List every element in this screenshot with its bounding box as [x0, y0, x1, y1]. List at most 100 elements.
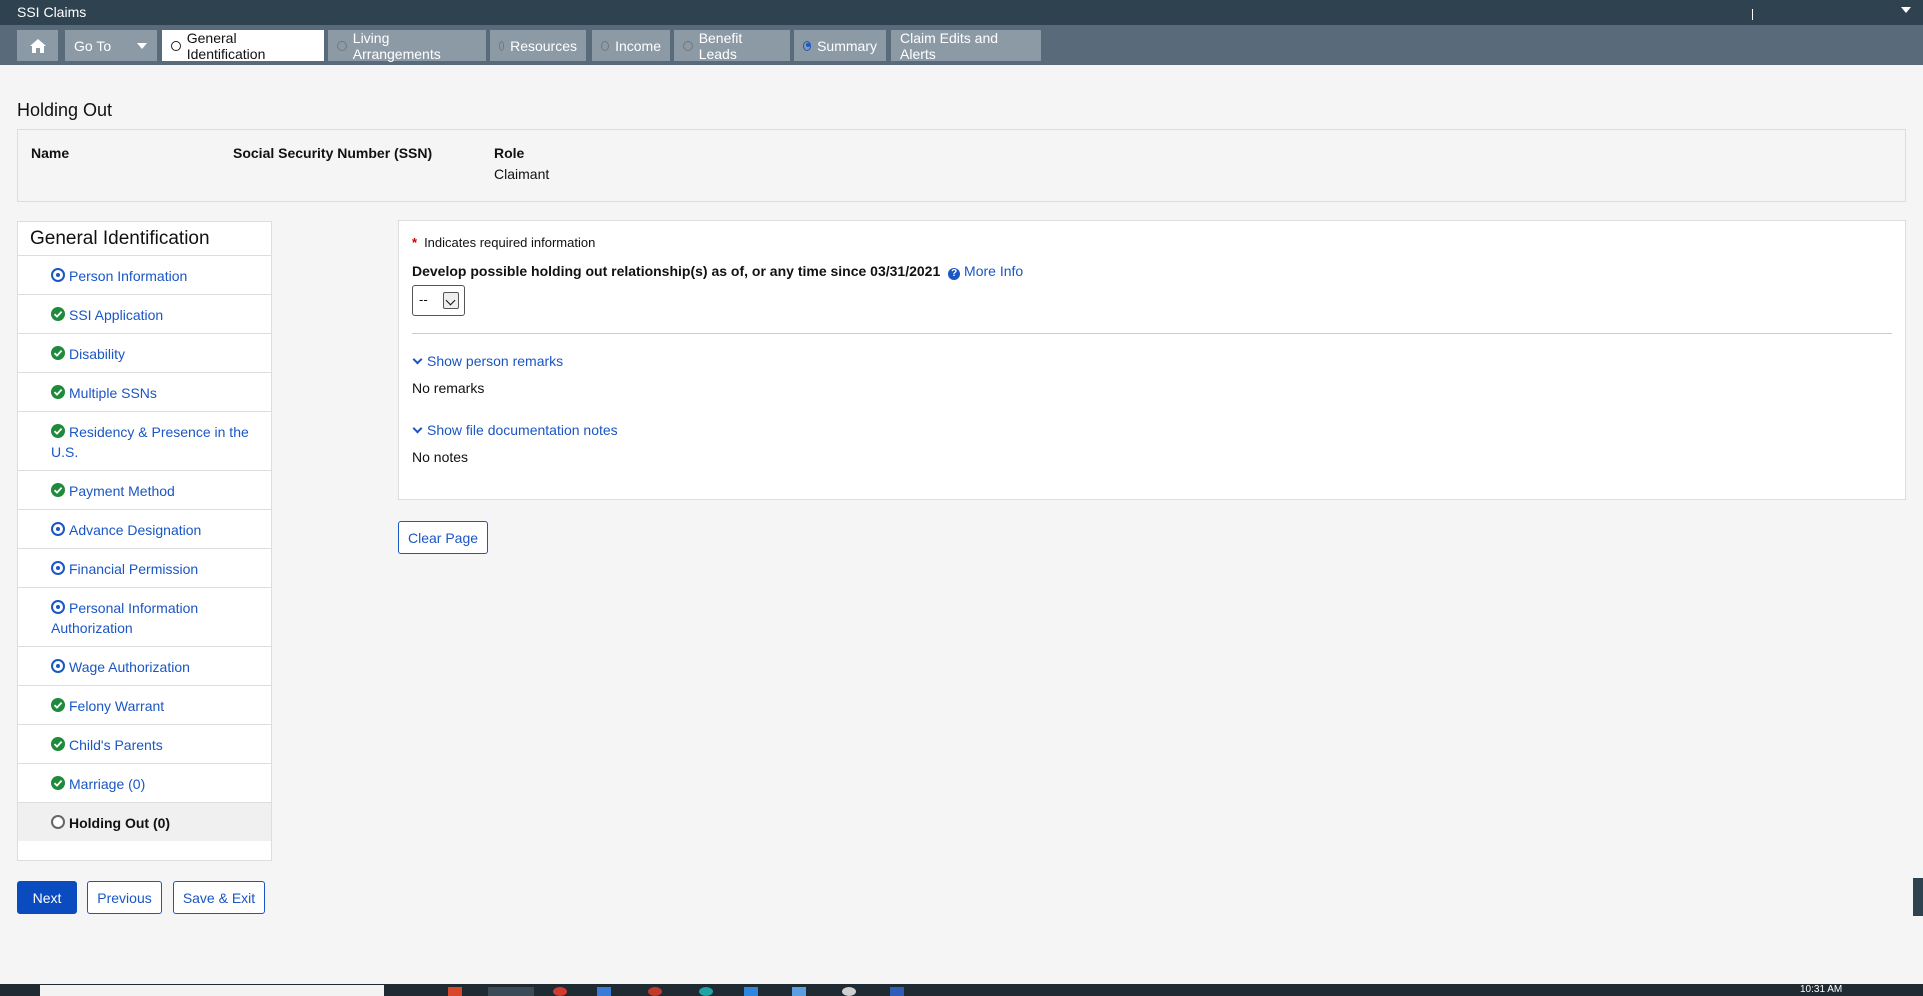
status-in-progress-icon — [51, 561, 65, 575]
show-person-remarks-link[interactable]: Show person remarks — [412, 353, 563, 369]
status-in-progress-icon — [51, 268, 65, 282]
tab-benefit-leads[interactable]: Benefit Leads — [674, 29, 790, 62]
app-icon[interactable] — [842, 987, 856, 996]
sidebar-item-label: Child's Parents — [69, 737, 163, 753]
sidebar-item-marriage-0[interactable]: Marriage (0) — [18, 764, 271, 803]
taskbar-search[interactable] — [40, 985, 384, 996]
show-notes-label: Show file documentation notes — [427, 422, 618, 438]
tab-label: Claim Edits and Alerts — [900, 29, 999, 62]
sidebar-item-residency-presence-in-the-u-s[interactable]: Residency & Presence in the U.S. — [18, 412, 271, 471]
sidebar-heading: General Identification — [18, 222, 271, 256]
person-summary: Name Social Security Number (SSN) Role C… — [17, 129, 1906, 202]
chevron-down-icon — [412, 423, 423, 434]
tab-label: Benefit Leads — [698, 29, 743, 62]
more-info-label: More Info — [964, 263, 1024, 279]
app-icon[interactable] — [699, 987, 713, 996]
app-icon[interactable] — [792, 987, 806, 996]
tab-income[interactable]: Income — [592, 30, 670, 61]
status-in-progress-icon — [51, 659, 65, 673]
tab-label: Summary — [817, 37, 877, 54]
sidebar-item-financial-permission[interactable]: Financial Permission — [18, 549, 271, 588]
main-navbar: Go To General Identification Living Arra… — [0, 25, 1923, 65]
sidebar-item-disability[interactable]: Disability — [18, 334, 271, 373]
active-app-icon[interactable] — [488, 987, 534, 996]
tab-label: Living Arrangements — [352, 29, 441, 62]
next-button[interactable]: Next — [17, 881, 77, 914]
sidebar-item-wage-authorization[interactable]: Wage Authorization — [18, 647, 271, 686]
sidebar-item-label: Advance Designation — [69, 522, 202, 538]
tab-label: Resources — [510, 37, 577, 54]
question-text: Develop possible holding out relationshi… — [412, 263, 941, 279]
status-empty-icon — [171, 40, 181, 51]
sidebar-item-label: Felony Warrant — [69, 698, 165, 714]
status-in-progress-icon — [803, 40, 812, 51]
tab-resources[interactable]: Resources — [490, 30, 586, 61]
divider — [412, 333, 1892, 334]
holding-out-question: Develop possible holding out relationshi… — [412, 263, 1023, 280]
show-file-notes-link[interactable]: Show file documentation notes — [412, 422, 618, 438]
sidebar-item-label: Marriage (0) — [69, 776, 146, 792]
taskbar-clock: 10:31 AM — [1800, 984, 1843, 995]
sidebar-item-label: SSI Application — [69, 307, 164, 323]
required-star: * — [412, 235, 418, 250]
holding-out-form: * Indicates required information Develop … — [398, 220, 1906, 500]
sidebar-item-label: Payment Method — [69, 483, 175, 499]
notes-value: No notes — [412, 449, 469, 465]
clear-page-button[interactable]: Clear Page — [398, 521, 488, 554]
role-value: Claimant — [494, 166, 550, 182]
home-button[interactable] — [17, 30, 58, 61]
ssn-label: Social Security Number (SSN) — [233, 145, 433, 161]
status-complete-icon — [51, 483, 65, 497]
home-icon — [29, 38, 46, 53]
sidebar-item-felony-warrant[interactable]: Felony Warrant — [18, 686, 271, 725]
holding-out-select[interactable]: -- — [412, 285, 465, 316]
sidebar-item-ssi-application[interactable]: SSI Application — [18, 295, 271, 334]
sidebar-item-advance-designation[interactable]: Advance Designation — [18, 510, 271, 549]
goto-label: Go To — [74, 37, 112, 54]
sidebar-item-label: Personal Information Authorization — [51, 600, 199, 636]
app-icon[interactable] — [890, 987, 904, 996]
name-label: Name — [31, 145, 70, 161]
side-panel-handle[interactable] — [1913, 878, 1923, 916]
sidebar-item-label: Wage Authorization — [69, 659, 190, 675]
sidebar-item-label: Financial Permission — [69, 561, 199, 577]
save-exit-button[interactable]: Save & Exit — [173, 881, 265, 914]
window-menu-caret-icon[interactable] — [1901, 7, 1911, 13]
tab-claim-edits-alerts[interactable]: Claim Edits and Alerts — [891, 29, 1041, 62]
status-empty-icon — [601, 40, 610, 51]
status-complete-icon — [51, 385, 65, 399]
required-note-text: Indicates required information — [424, 235, 596, 250]
sidebar-item-multiple-ssns[interactable]: Multiple SSNs — [18, 373, 271, 412]
goto-dropdown[interactable]: Go To — [65, 30, 157, 61]
status-complete-icon — [51, 698, 65, 712]
status-complete-icon — [51, 346, 65, 360]
status-complete-icon — [51, 776, 65, 790]
sidebar-item-child-s-parents[interactable]: Child's Parents — [18, 725, 271, 764]
sidebar-item-label: Multiple SSNs — [69, 385, 157, 401]
tab-summary[interactable]: Summary — [794, 30, 886, 61]
tab-label: Income — [615, 37, 661, 54]
sidebar-item-personal-information-authorization[interactable]: Personal Information Authorization — [18, 588, 271, 647]
sidebar-item-person-information[interactable]: Person Information — [18, 256, 271, 295]
sidebar-item-payment-method[interactable]: Payment Method — [18, 471, 271, 510]
app-icon[interactable] — [744, 987, 758, 996]
status-complete-icon — [51, 307, 65, 321]
tab-general-identification[interactable]: General Identification — [162, 30, 324, 62]
status-empty-icon — [499, 40, 505, 51]
app-icon[interactable] — [553, 987, 567, 996]
sidebar-item-label: Residency & Presence in the U.S. — [51, 424, 249, 460]
select-value: -- — [419, 292, 428, 307]
app-icon[interactable] — [597, 987, 611, 996]
section-sidebar: General Identification Person Informatio… — [17, 221, 272, 861]
tab-living-arrangements[interactable]: Living Arrangements — [328, 29, 486, 62]
app-icon[interactable] — [648, 987, 662, 996]
status-complete-icon — [51, 737, 65, 751]
text-cursor — [1752, 9, 1753, 20]
app-icon[interactable] — [448, 987, 462, 996]
sidebar-item-label: Disability — [69, 346, 126, 362]
more-info-link[interactable]: ? More Info — [948, 263, 1024, 280]
chevron-down-icon — [412, 354, 423, 365]
sidebar-item-holding-out-0[interactable]: Holding Out (0) — [18, 803, 271, 841]
page-title: Holding Out — [17, 100, 113, 120]
previous-button[interactable]: Previous — [87, 881, 162, 914]
